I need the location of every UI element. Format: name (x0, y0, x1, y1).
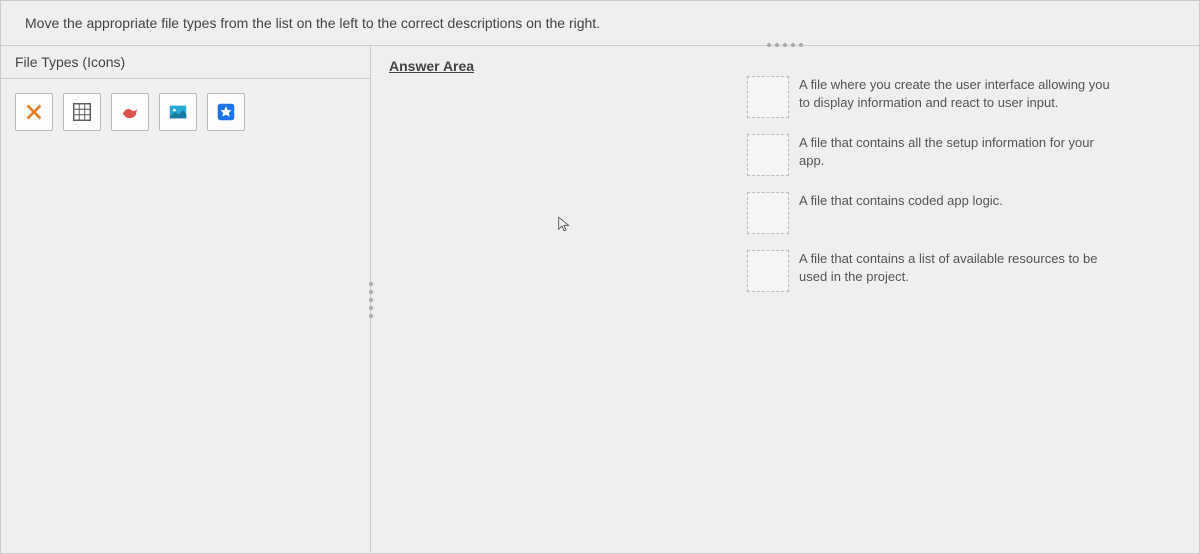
answer-rows: A file where you create the user interfa… (747, 76, 1119, 292)
drop-target-2[interactable] (747, 134, 789, 176)
answer-row: A file that contains a list of available… (747, 250, 1119, 292)
answer-description: A file where you create the user interfa… (799, 76, 1119, 111)
drop-target-1[interactable] (747, 76, 789, 118)
answer-row: A file where you create the user interfa… (747, 76, 1119, 118)
x-icon (23, 101, 45, 123)
drop-target-4[interactable] (747, 250, 789, 292)
instruction-text: Move the appropriate file types from the… (25, 15, 600, 31)
gallery-icon (167, 101, 189, 123)
draggable-icon-gallery[interactable] (159, 93, 197, 131)
answer-row: A file that contains coded app logic. (747, 192, 1119, 234)
drop-target-3[interactable] (747, 192, 789, 234)
grid-icon (71, 101, 93, 123)
draggable-icon-grid[interactable] (63, 93, 101, 131)
file-types-title: File Types (Icons) (1, 46, 370, 79)
panel-resize-handle-horizontal[interactable] (767, 43, 803, 47)
answer-area-panel: Answer Area A file where you create the … (371, 46, 1199, 553)
draggable-icon-x[interactable] (15, 93, 53, 131)
draggable-icon-app[interactable] (207, 93, 245, 131)
answer-description: A file that contains coded app logic. (799, 192, 1119, 210)
file-types-panel: File Types (Icons) (1, 46, 371, 553)
draggable-icon-bird[interactable] (111, 93, 149, 131)
answer-row: A file that contains all the setup infor… (747, 134, 1119, 176)
app-icon (215, 101, 237, 123)
answer-description: A file that contains all the setup infor… (799, 134, 1119, 169)
icons-row (1, 79, 370, 145)
bird-icon (119, 101, 141, 123)
instruction-header: Move the appropriate file types from the… (1, 1, 1199, 46)
drag-drop-question: Move the appropriate file types from the… (0, 0, 1200, 554)
answer-description: A file that contains a list of available… (799, 250, 1119, 285)
main-layout: File Types (Icons) (1, 46, 1199, 553)
cursor-icon (556, 216, 572, 235)
